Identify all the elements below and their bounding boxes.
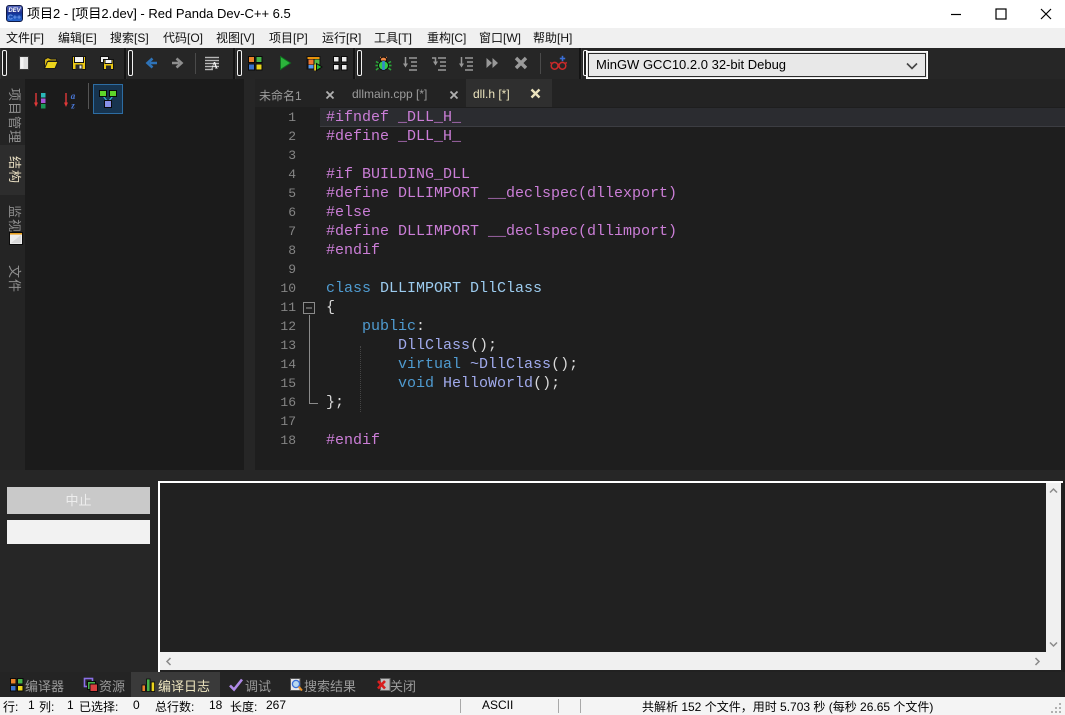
svg-text:A: A — [211, 61, 218, 71]
svg-text:C++: C++ — [8, 15, 21, 22]
svg-text:z: z — [70, 101, 75, 110]
svg-text:DEV: DEV — [8, 8, 21, 14]
